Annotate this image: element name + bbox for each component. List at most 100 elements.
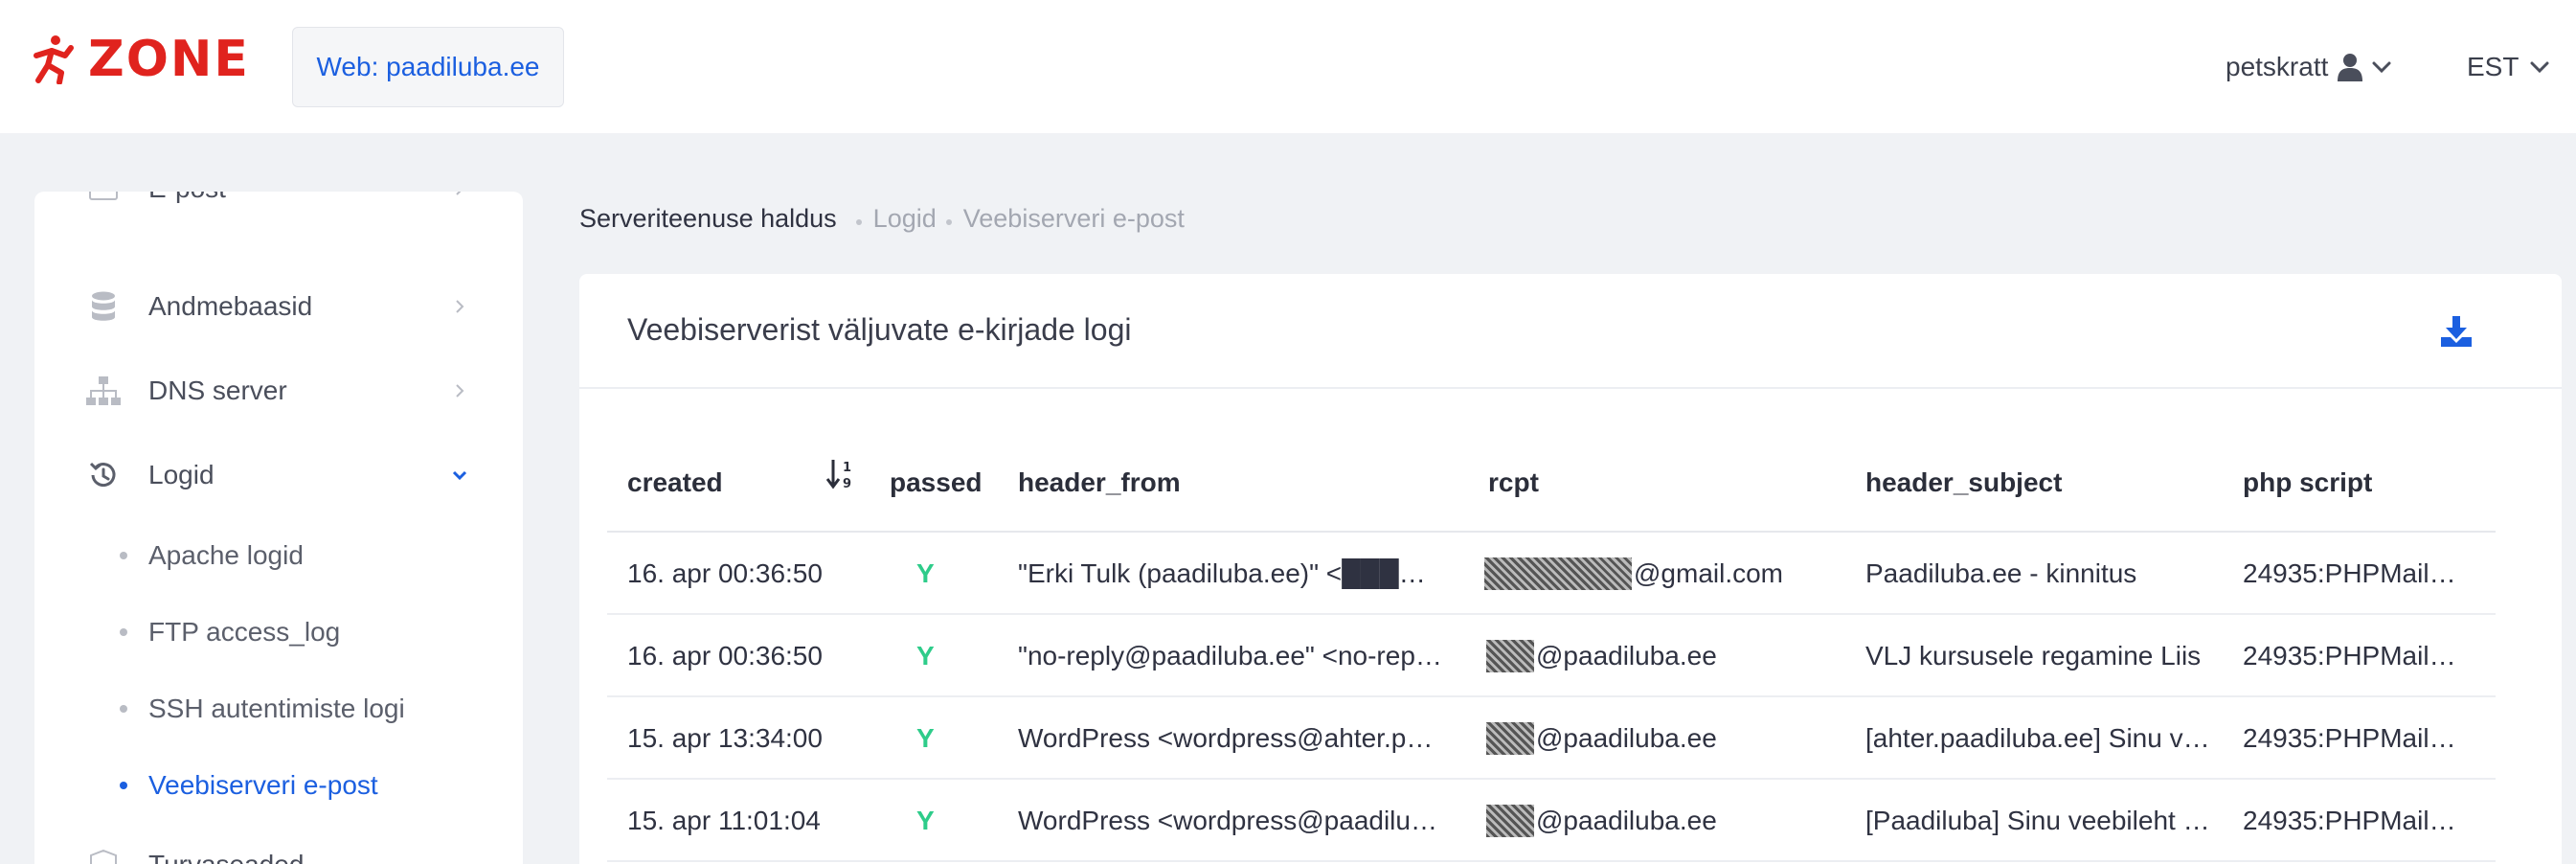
cell-php-script: 24935:PHPMailer.php — [2243, 780, 2469, 862]
breadcrumb-separator — [855, 219, 862, 225]
user-icon — [2338, 54, 2363, 81]
cell-header-subject: [ahter.paadiluba.ee] Sinu veebileht — [1865, 697, 2220, 780]
column-rcpt[interactable]: rcpt — [1488, 433, 1539, 533]
cell-php-script: 24935:PHPMailer.php — [2243, 533, 2469, 615]
top-header: ZONE Web: paadiluba.ee petskratt EST — [0, 0, 2576, 133]
mail-log-card: Veebiserverist väljuvate e-kirjade logi … — [579, 274, 2562, 864]
database-icon — [86, 289, 121, 324]
download-button[interactable] — [2435, 310, 2477, 352]
sidebar-subitem-ftp-access-log[interactable]: FTP access_log — [34, 603, 523, 661]
php-script-text: 24935:PHPMailer.php — [2243, 723, 2469, 753]
sidebar-subitem-label: Veebiserveri e-post — [148, 770, 378, 800]
bullet-dot — [120, 782, 127, 789]
cell-header-subject: Paadiluba.ee - kinnitus — [1865, 533, 2220, 615]
chevron-down-icon — [2530, 61, 2549, 74]
cell-passed: Y — [916, 558, 935, 588]
sidebar: E-post Andmebaasid DNS server Logid — [34, 192, 523, 864]
bullet-dot — [120, 705, 127, 713]
chevron-right-icon — [448, 379, 471, 402]
cell-php-script: 24935:PHPMailer.php — [2243, 697, 2469, 780]
cell-passed: Y — [916, 641, 935, 671]
cell-header-subject: VLJ kursusele regamine Liis — [1865, 615, 2220, 697]
cell-header-from: WordPress <wordpress@paadiluba.ee> — [1018, 780, 1447, 862]
svg-text:1: 1 — [843, 461, 851, 475]
column-header-subject[interactable]: header_subject — [1865, 433, 2062, 533]
breadcrumb-root[interactable]: Serveriteenuse haldus — [579, 204, 837, 234]
cell-passed: Y — [916, 806, 935, 835]
cell-php-script: 24935:PHPMailer.php — [2243, 615, 2469, 697]
sidebar-item-logid[interactable]: Logid — [34, 442, 523, 509]
sidebar-item-dns-server[interactable]: DNS server — [34, 357, 523, 424]
column-passed[interactable]: passed — [890, 433, 983, 533]
bullet-dot — [120, 552, 127, 559]
header-from-text: WordPress <wordpress@ahter.paadiluba.ee> — [1018, 723, 1447, 753]
sidebar-item-label: Turvaseaded — [148, 850, 304, 864]
cell-passed: Y — [916, 723, 935, 753]
cell-header-from: "Erki Tulk (paadiluba.ee)" <███@paadilub… — [1018, 533, 1447, 615]
zone-logo[interactable]: ZONE — [33, 33, 250, 86]
subject-text: VLJ kursusele regamine Liis — [1865, 641, 2202, 671]
column-label: php script — [2243, 467, 2373, 497]
rcpt-text: @paadiluba.ee — [1536, 723, 1717, 753]
language-menu[interactable]: EST — [2467, 42, 2549, 92]
column-label: rcpt — [1488, 467, 1539, 497]
sidebar-subitem-apache-logid[interactable]: Apache logid — [34, 527, 523, 584]
table-row[interactable]: 15. apr 11:01:04 Y WordPress <wordpress@… — [607, 780, 2496, 862]
column-php-script[interactable]: php script — [2243, 433, 2372, 533]
sidebar-item-label: E-post — [148, 192, 226, 204]
column-header-from[interactable]: header_from — [1018, 433, 1181, 533]
column-created[interactable]: created — [627, 433, 723, 533]
sidebar-subitem-label: FTP access_log — [148, 617, 341, 647]
chevron-down-icon — [448, 464, 471, 487]
breadcrumb: Serveriteenuse haldus Logid Veebiserveri… — [579, 199, 1185, 238]
table-row[interactable]: 16. apr 00:36:50 Y "no-reply@paadiluba.e… — [607, 615, 2496, 697]
sidebar-subitem-ssh-logi[interactable]: SSH autentimiste logi — [34, 680, 523, 738]
envelope-icon — [86, 192, 121, 206]
bullet-dot — [120, 628, 127, 636]
shield-icon — [86, 848, 121, 864]
card-header: Veebiserverist väljuvate e-kirjade logi — [579, 274, 2562, 389]
php-script-text: 24935:PHPMailer.php — [2243, 806, 2469, 835]
sitemap-icon — [86, 374, 121, 408]
svg-text:9: 9 — [843, 477, 851, 490]
cell-created: 15. apr 13:34:00 — [627, 723, 823, 753]
cell-rcpt: @paadiluba.ee — [1486, 780, 1850, 862]
rcpt-text: @paadiluba.ee — [1536, 806, 1717, 835]
sort-icon[interactable]: 1 9 — [825, 458, 854, 490]
sidebar-subitem-veebiserveri-e-post[interactable]: Veebiserveri e-post — [34, 757, 523, 814]
history-icon — [86, 458, 121, 492]
column-label: passed — [890, 467, 983, 497]
sidebar-subitem-label: Apache logid — [148, 540, 304, 570]
rcpt-text: @gmail.com — [1634, 558, 1784, 588]
column-label: created — [627, 467, 723, 497]
subject-text: Paadiluba.ee - kinnitus — [1865, 558, 2137, 588]
php-script-text: 24935:PHPMailer.php — [2243, 558, 2469, 588]
language-label: EST — [2467, 52, 2520, 81]
site-label: Web: paadiluba.ee — [316, 52, 540, 81]
running-man-icon — [34, 35, 74, 84]
cell-header-from: WordPress <wordpress@ahter.paadiluba.ee> — [1018, 697, 1447, 780]
chevron-right-icon — [448, 295, 471, 318]
table-row[interactable]: 16. apr 00:36:50 Y "Erki Tulk (paadiluba… — [607, 533, 2496, 615]
table-row[interactable]: 15. apr 13:34:00 Y WordPress <wordpress@… — [607, 697, 2496, 780]
cell-created: 15. apr 11:01:04 — [627, 806, 821, 835]
cell-created: 16. apr 00:36:50 — [627, 558, 823, 588]
sidebar-item-label: DNS server — [148, 375, 287, 405]
chevron-right-icon — [448, 192, 471, 200]
sidebar-item-e-post[interactable]: E-post — [34, 192, 523, 222]
cell-rcpt: @gmail.com — [1484, 533, 1848, 615]
sidebar-item-andmebaasid[interactable]: Andmebaasid — [34, 273, 523, 340]
cell-rcpt: @paadiluba.ee — [1486, 697, 1850, 780]
user-menu[interactable]: petskratt — [2226, 42, 2391, 92]
card-title: Veebiserverist väljuvate e-kirjade logi — [627, 312, 1132, 347]
cell-header-subject: [Paadiluba] Sinu veebileht on uuendatud — [1865, 780, 2220, 862]
sidebar-item-label: Logid — [148, 460, 215, 489]
breadcrumb-logid[interactable]: Logid — [873, 204, 937, 234]
subject-text: [Paadiluba] Sinu veebileht on uuendatud — [1865, 806, 2220, 835]
sidebar-item-turvaseaded[interactable]: Turvaseaded — [34, 831, 523, 864]
site-selector[interactable]: Web: paadiluba.ee — [292, 27, 564, 107]
sidebar-item-label: Andmebaasid — [148, 291, 313, 321]
mail-log-table: created 1 9 passed header_from rcpt head… — [607, 433, 2496, 862]
column-label: header_from — [1018, 467, 1181, 497]
header-from-text: "Erki Tulk (paadiluba.ee)" <███@paadilub… — [1018, 558, 1447, 588]
